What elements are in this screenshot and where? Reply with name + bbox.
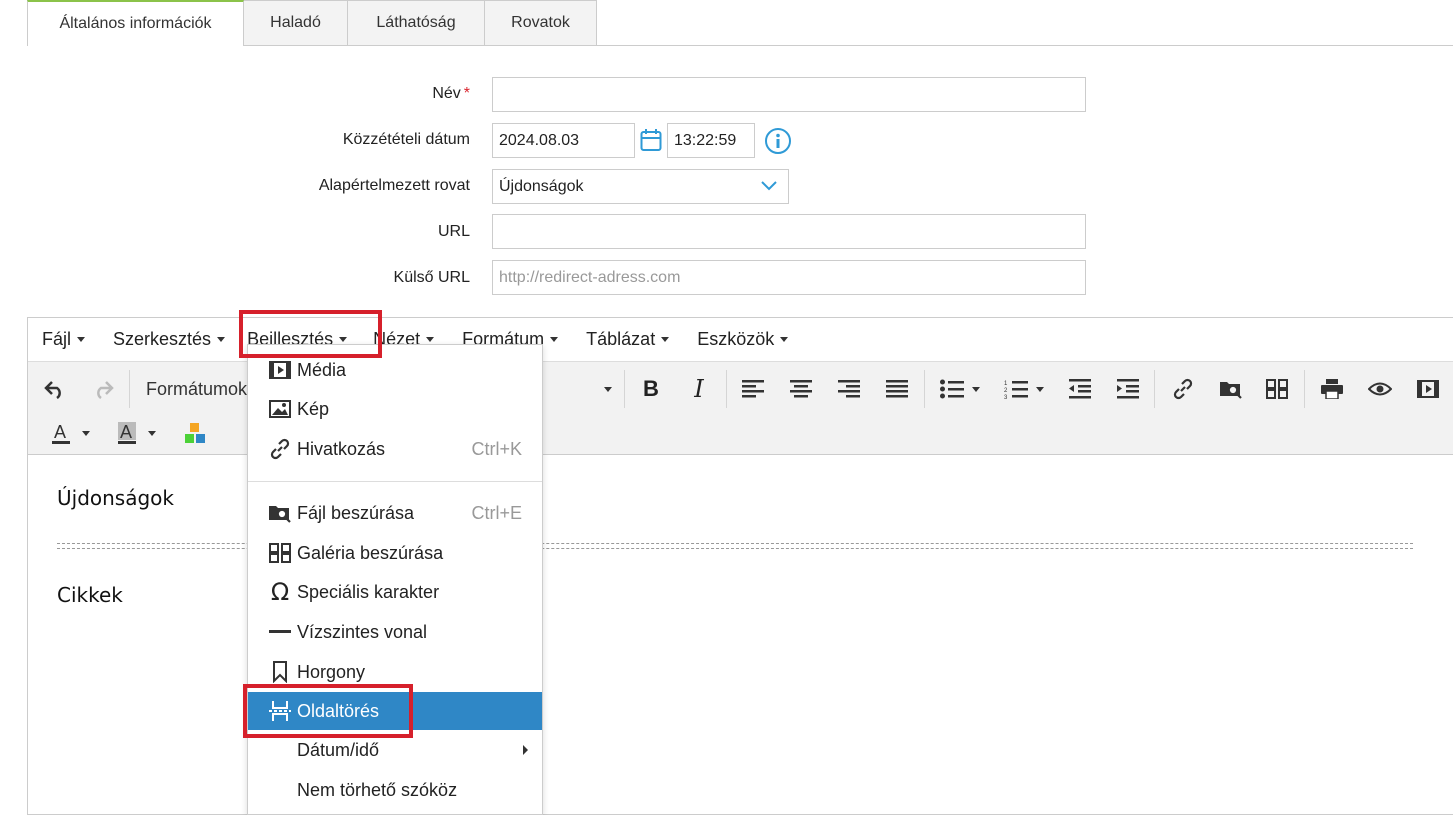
date-input[interactable]: 2024.08.03 xyxy=(492,123,635,158)
editor-toolbar: Formátumok B I 123 A A xyxy=(28,362,1453,455)
align-right-icon[interactable] xyxy=(834,374,864,404)
menu-separator xyxy=(248,481,542,482)
toolbar-separator xyxy=(1154,370,1155,408)
menu-item-special-char[interactable]: Ω Speciális karakter xyxy=(248,573,542,611)
menu-tools[interactable]: Eszközök xyxy=(683,318,802,362)
name-label: Név * xyxy=(432,85,470,102)
menu-item-insert-gallery[interactable]: Galéria beszúrása xyxy=(248,534,542,572)
preview-icon[interactable] xyxy=(1365,374,1395,404)
editor-content[interactable]: Újdonságok Cikkek xyxy=(28,456,1453,814)
menu-table[interactable]: Táblázat xyxy=(572,318,683,362)
gallery-icon[interactable] xyxy=(1262,374,1292,404)
toolbar-separator xyxy=(624,370,625,408)
content-heading-news: Újdonságok xyxy=(57,486,174,510)
calendar-icon[interactable] xyxy=(639,127,663,153)
redo-icon[interactable] xyxy=(88,374,118,404)
info-icon[interactable] xyxy=(764,127,792,155)
print-icon[interactable] xyxy=(1317,374,1347,404)
menu-item-horizontal-line[interactable]: Vízszintes vonal xyxy=(248,613,542,651)
toolbar-separator xyxy=(129,370,130,408)
media-icon xyxy=(268,358,292,382)
tab-general-info[interactable]: Általános információk xyxy=(27,0,244,46)
italic-icon[interactable]: I xyxy=(684,374,714,404)
category-select[interactable]: Újdonságok xyxy=(492,169,789,204)
external-url-label: Külső URL xyxy=(393,269,470,286)
name-input[interactable] xyxy=(492,77,1086,112)
chevron-right-icon xyxy=(523,745,528,755)
editor-menubar: Fájl Szerkesztés Beillesztés Nézet Formá… xyxy=(28,318,1453,362)
menu-file[interactable]: Fájl xyxy=(28,318,99,362)
widgets-icon[interactable] xyxy=(180,418,210,448)
tab-visibility[interactable]: Láthatóság xyxy=(348,0,485,46)
link-icon[interactable] xyxy=(1168,374,1198,404)
pubdate-label: Közzétételi dátum xyxy=(342,131,470,148)
menu-item-page-break[interactable]: Oldaltörés xyxy=(248,692,542,730)
menu-item-datetime[interactable]: Dátum/idő xyxy=(248,731,542,769)
tab-categories[interactable]: Rovatok xyxy=(485,0,597,46)
background-color-icon[interactable]: A xyxy=(108,418,164,448)
content-heading-articles: Cikkek xyxy=(57,583,123,607)
menu-edit[interactable]: Szerkesztés xyxy=(99,318,239,362)
align-left-icon[interactable] xyxy=(738,374,768,404)
menu-item-nbsp[interactable]: Nem törhető szóköz xyxy=(248,771,542,809)
bullet-list-icon[interactable] xyxy=(934,374,986,404)
pagebreak-icon xyxy=(268,699,292,723)
bold-icon[interactable]: B xyxy=(636,374,666,404)
gallery-icon xyxy=(268,541,292,565)
menu-item-media[interactable]: Média xyxy=(248,351,542,389)
url-input[interactable] xyxy=(492,214,1086,249)
chevron-down-icon xyxy=(761,181,777,191)
link-icon xyxy=(268,437,292,461)
menu-item-image[interactable]: Kép xyxy=(248,390,542,428)
time-input[interactable]: 13:22:59 xyxy=(667,123,755,158)
align-justify-icon[interactable] xyxy=(882,374,912,404)
file-browse-icon[interactable] xyxy=(1216,374,1246,404)
file-browse-icon xyxy=(268,501,292,525)
undo-icon[interactable] xyxy=(40,374,70,404)
align-center-icon[interactable] xyxy=(786,374,816,404)
svg-text:2: 2 xyxy=(1004,388,1008,394)
hr-icon xyxy=(268,620,292,644)
tab-bar: Általános információk Haladó Láthatóság … xyxy=(27,0,597,46)
menu-item-anchor[interactable]: Horgony xyxy=(248,653,542,691)
omega-icon: Ω xyxy=(270,578,290,606)
toolbar-separator xyxy=(924,370,925,408)
tab-advanced[interactable]: Haladó xyxy=(244,0,348,46)
tabs-divider xyxy=(596,45,1453,46)
toolbar-separator xyxy=(1304,370,1305,408)
svg-text:1: 1 xyxy=(1004,381,1008,387)
rich-text-editor: Fájl Szerkesztés Beillesztés Nézet Formá… xyxy=(27,317,1453,815)
numbered-list-icon[interactable]: 123 xyxy=(998,374,1050,404)
svg-text:A: A xyxy=(120,422,132,442)
toolbar-separator xyxy=(726,370,727,408)
media-icon[interactable] xyxy=(1413,374,1443,404)
category-label: Alapértelmezett rovat xyxy=(318,177,470,194)
svg-text:3: 3 xyxy=(1004,395,1008,399)
bookmark-icon xyxy=(268,660,292,684)
image-icon xyxy=(268,397,292,421)
indent-icon[interactable] xyxy=(1113,374,1143,404)
text-color-icon[interactable]: A xyxy=(42,418,98,448)
menu-item-link[interactable]: Hivatkozás Ctrl+K xyxy=(248,430,542,468)
insert-menu-dropdown: Média Kép Hivatkozás Ctrl+K Fájl beszúrá… xyxy=(247,344,543,815)
url-label: URL xyxy=(437,223,470,240)
svg-text:A: A xyxy=(54,422,66,442)
menu-item-insert-file[interactable]: Fájl beszúrása Ctrl+E xyxy=(248,494,542,532)
external-url-input[interactable]: http://redirect-adress.com xyxy=(492,260,1086,295)
outdent-icon[interactable] xyxy=(1065,374,1095,404)
